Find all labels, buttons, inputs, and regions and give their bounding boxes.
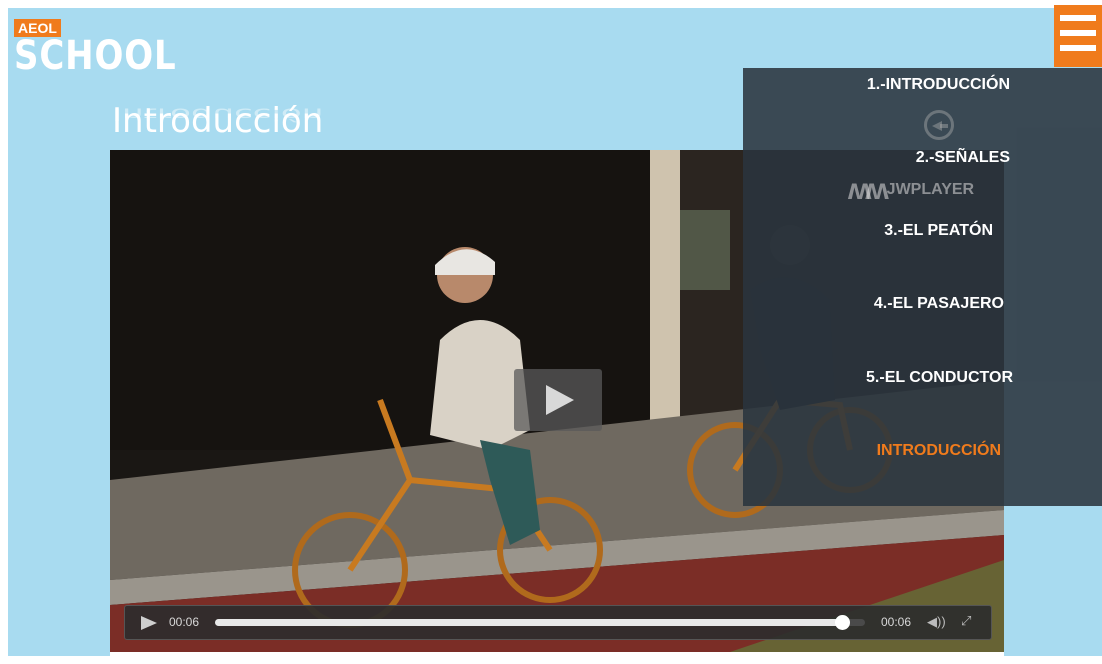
nav-item-introduccion-active[interactable]: INTRODUCCIÓN — [877, 442, 1001, 460]
volume-icon[interactable]: ◀)) — [927, 614, 946, 630]
seek-bar[interactable] — [215, 615, 865, 630]
seek-knob[interactable] — [835, 615, 850, 630]
back-arrow-icon[interactable] — [924, 110, 954, 140]
watermark-label: JWPLAYER — [886, 181, 975, 199]
aeol-school-logo[interactable]: AEOL SCHOOL — [14, 19, 205, 76]
control-bar: 00:06 00:06 ◀)) ⤢ — [124, 605, 992, 640]
jwplayer-watermark: ʍʍ JWPLAYER — [848, 173, 974, 207]
jwplayer-logo-icon: ʍʍ — [848, 173, 889, 206]
elapsed-time: 00:06 — [169, 615, 200, 629]
nav-item-pasajero[interactable]: 4.-EL PASAJERO — [874, 295, 1004, 313]
duration-time: 00:06 — [881, 615, 912, 629]
nav-item-peaton[interactable]: 3.-EL PEATÓN — [884, 222, 993, 240]
logo-wordmark: SCHOOL — [14, 33, 177, 79]
seek-bar-fill — [215, 619, 839, 626]
play-overlay-button[interactable] — [514, 369, 602, 431]
nav-item-introduccion[interactable]: 1.-INTRODUCCIÓN — [867, 76, 1010, 94]
chapter-menu: 1.-INTRODUCCIÓN 2.-SEÑALES 3.-EL PEATÓN … — [743, 68, 1102, 506]
content-strip — [110, 652, 1004, 664]
play-icon[interactable] — [141, 616, 157, 630]
hamburger-icon[interactable] — [1054, 5, 1102, 67]
nav-item-senales[interactable]: 2.-SEÑALES — [916, 149, 1010, 167]
nav-item-conductor[interactable]: 5.-EL CONDUCTOR — [866, 369, 1013, 387]
fullscreen-icon[interactable]: ⤢ — [961, 613, 971, 629]
